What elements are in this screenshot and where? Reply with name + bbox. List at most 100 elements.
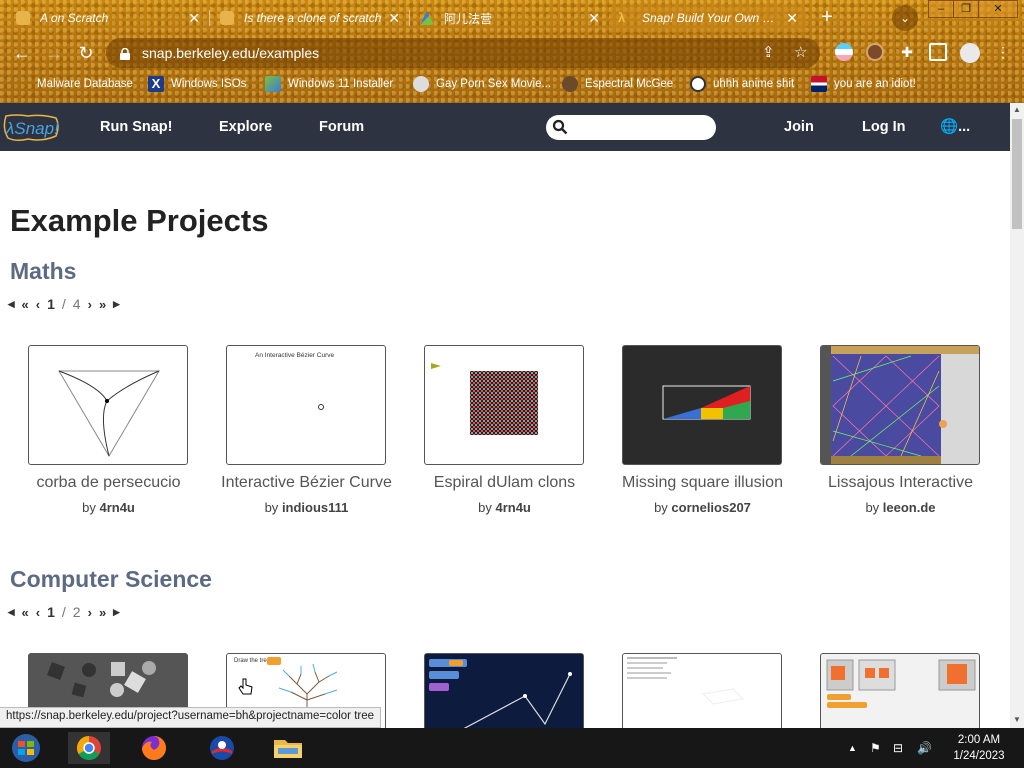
close-tab-icon[interactable]: ✕	[588, 10, 600, 27]
join-link[interactable]: Join	[784, 119, 814, 135]
project-title[interactable]: corba de persecucio	[10, 474, 207, 492]
maths-pager: ◂ « ‹ 1 / 4 › » ▸	[8, 296, 120, 312]
restore-button[interactable]: ❐	[953, 0, 979, 18]
reload-button[interactable]: ↻	[74, 41, 98, 65]
author-link[interactable]: leeon.de	[883, 500, 936, 515]
scrollbar-thumb[interactable]	[1012, 119, 1022, 229]
project-thumbnail[interactable]	[622, 345, 782, 465]
scratch-favicon-icon	[220, 11, 234, 25]
bookmark-malware-database[interactable]: Malware Database	[14, 75, 133, 93]
next-page-icon[interactable]: ›	[88, 605, 92, 620]
start-button[interactable]	[8, 732, 44, 764]
browser-menu-icon[interactable]: ⋮	[994, 43, 1012, 61]
author-link[interactable]: 4rn4u	[495, 500, 530, 515]
next-many-icon[interactable]: »	[99, 297, 106, 312]
bookmark-windows-isos[interactable]: X Windows ISOs	[148, 75, 246, 93]
project-thumbnail[interactable]	[28, 345, 188, 465]
author-link[interactable]: indious111	[282, 500, 348, 515]
bookmark-anime[interactable]: uhhh anime shit	[690, 75, 794, 93]
cube-favicon-icon	[413, 76, 429, 92]
side-panel-icon[interactable]	[929, 43, 947, 61]
share-icon[interactable]: ⇪	[762, 43, 775, 61]
next-page-icon[interactable]: ›	[88, 297, 92, 312]
prev-page-icon[interactable]: ‹	[36, 605, 40, 620]
scroll-up-icon[interactable]: ▲	[1012, 105, 1022, 115]
close-tab-icon[interactable]: ✕	[786, 10, 798, 27]
project-title[interactable]: Missing square illusion	[604, 474, 801, 492]
url-text: snap.berkeley.edu/examples	[142, 45, 320, 61]
prev-page-icon[interactable]: ‹	[36, 297, 40, 312]
forward-button[interactable]: →	[42, 41, 66, 65]
first-page-icon[interactable]: ◂	[8, 296, 15, 312]
network-icon[interactable]: ⊟	[893, 741, 903, 755]
tab-alpha-camp[interactable]: 阿儿法营 ✕	[412, 4, 608, 32]
project-thumbnail[interactable]: An Interactive Bézier Curve	[226, 345, 386, 465]
firefox-taskbar-icon[interactable]	[136, 732, 172, 764]
extension-avatar-icon[interactable]	[866, 43, 884, 61]
close-window-button[interactable]: ✕	[978, 0, 1018, 18]
current-page: 1	[47, 296, 55, 312]
address-bar[interactable]: snap.berkeley.edu/examples	[106, 38, 820, 68]
scroll-down-icon[interactable]: ▼	[1012, 715, 1022, 725]
profile-avatar-icon[interactable]	[960, 43, 980, 63]
new-tab-button[interactable]: +	[815, 6, 839, 30]
chrome-taskbar-icon[interactable]	[68, 732, 110, 764]
bookmark-espectral-mcgee[interactable]: Espectral McGee	[562, 75, 673, 93]
run-snap-link[interactable]: Run Snap!	[100, 119, 173, 135]
tab-scratch-clone[interactable]: Is there a clone of scratch ✕	[212, 4, 408, 32]
prev-many-icon[interactable]: «	[22, 297, 29, 312]
show-hidden-icons-icon[interactable]: ▲	[848, 743, 857, 753]
link-status-tooltip: https://snap.berkeley.edu/project?userna…	[0, 707, 382, 728]
bookmark-you-are-an-idiot[interactable]: you are an idiot!	[811, 75, 916, 93]
minimize-button[interactable]: –	[928, 0, 954, 18]
project-title[interactable]: Espiral dUlam clons	[406, 474, 603, 492]
project-author: by 4rn4u	[478, 500, 531, 515]
last-page-icon[interactable]: ▸	[113, 604, 120, 620]
last-page-icon[interactable]: ▸	[113, 296, 120, 312]
project-title[interactable]: Lissajous Interactive	[802, 474, 999, 492]
language-label: ...	[958, 119, 971, 135]
forum-link[interactable]: Forum	[319, 119, 364, 135]
explore-link[interactable]: Explore	[219, 119, 272, 135]
action-center-flag-icon[interactable]: ⚑	[870, 741, 881, 755]
obama-app-taskbar-icon[interactable]	[204, 732, 240, 764]
project-thumbnail[interactable]	[424, 653, 584, 728]
tab-snap[interactable]: λ Snap! Build Your Own Blocks ✕	[610, 4, 806, 32]
tab-title: Is there a clone of scratch	[244, 11, 382, 25]
page-title: Example Projects	[10, 203, 269, 238]
extensions-puzzle-icon[interactable]: ✚	[898, 43, 916, 61]
prev-many-icon[interactable]: «	[22, 605, 29, 620]
system-clock[interactable]: 2:00 AM 1/24/2023	[940, 732, 1018, 764]
author-link[interactable]: 4rn4u	[99, 500, 134, 515]
uk-flag-icon	[811, 76, 827, 92]
author-link[interactable]: cornelios207	[671, 500, 751, 515]
search-input[interactable]	[546, 115, 716, 140]
bookmark-gay-porn[interactable]: Gay Porn Sex Movie...	[413, 75, 551, 93]
snap-logo-icon[interactable]: λSnap!	[2, 112, 62, 144]
project-thumbnail[interactable]	[820, 653, 980, 728]
current-page: 1	[47, 604, 55, 620]
first-page-icon[interactable]: ◂	[8, 604, 15, 620]
project-author: by cornelios207	[654, 500, 751, 515]
login-link[interactable]: Log In	[862, 119, 906, 135]
page-scrollbar[interactable]: ▲ ▼	[1010, 103, 1024, 728]
tab-search-button[interactable]: ⌄	[892, 5, 918, 31]
project-thumbnail[interactable]	[424, 345, 584, 465]
back-button[interactable]: ←	[10, 41, 34, 65]
bookmark-star-icon[interactable]: ☆	[794, 43, 807, 61]
bookmarks-bar: Malware Database X Windows ISOs Windows …	[0, 72, 1024, 96]
bookmark-windows-11-installer[interactable]: Windows 11 Installer	[265, 75, 393, 93]
next-many-icon[interactable]: »	[99, 605, 106, 620]
close-tab-icon[interactable]: ✕	[188, 10, 200, 27]
project-thumbnail[interactable]	[622, 653, 782, 728]
tab-a-on-scratch[interactable]: A on Scratch ✕	[8, 4, 208, 32]
hand-cursor-icon	[238, 678, 253, 695]
volume-icon[interactable]: 🔊	[917, 741, 932, 755]
close-tab-icon[interactable]: ✕	[388, 10, 400, 27]
file-explorer-taskbar-icon[interactable]	[270, 732, 306, 764]
extension-flag-icon[interactable]	[835, 43, 853, 61]
page-content: Example Projects Maths ◂ « ‹ 1 / 4 › » ▸…	[0, 151, 1010, 728]
project-title[interactable]: Interactive Bézier Curve	[208, 474, 405, 492]
language-selector[interactable]: 🌐...	[940, 118, 970, 135]
project-thumbnail[interactable]	[820, 345, 980, 465]
